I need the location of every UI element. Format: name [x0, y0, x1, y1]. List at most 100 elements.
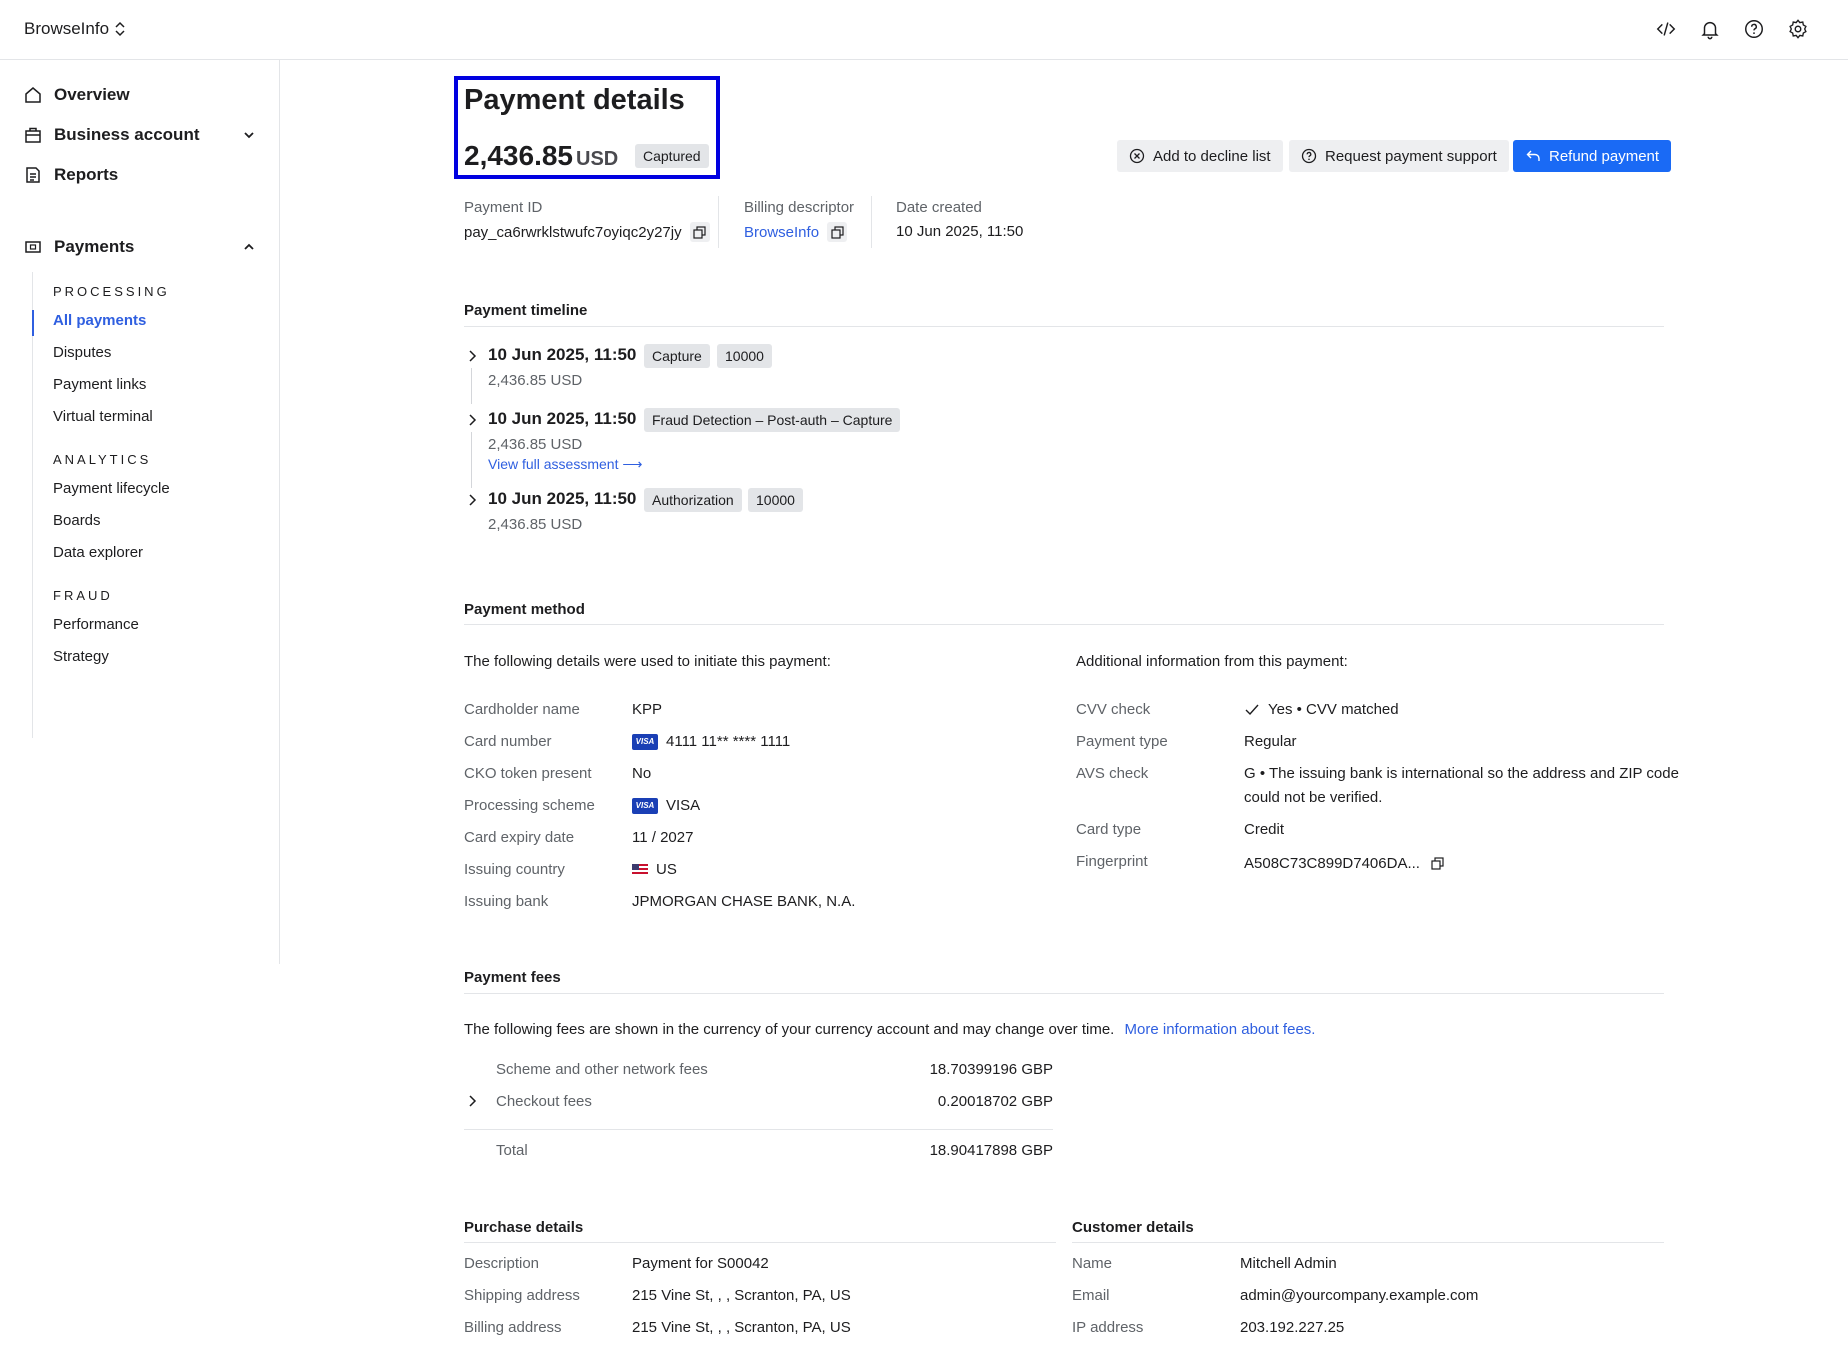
payment-method-title: Payment method	[464, 601, 585, 618]
visa-logo-icon: VISA	[632, 797, 658, 814]
timeline-event-date: 10 Jun 2025, 11:50	[488, 345, 637, 364]
sidebar-item-disputes[interactable]: Disputes	[53, 344, 111, 361]
arrow-right-icon: ⟶	[622, 456, 643, 472]
help-icon[interactable]	[1742, 17, 1766, 41]
payment-timeline-title: Payment timeline	[464, 302, 588, 319]
issuing-country-label: Issuing country	[464, 861, 565, 878]
billing-descriptor-label: Billing descriptor	[744, 199, 855, 216]
cko-token-value: No	[632, 765, 652, 782]
nav-business-account-label: Business account	[54, 125, 200, 144]
customer-name-label: Name	[1072, 1255, 1113, 1272]
billing-descriptor-link[interactable]: BrowseInfo	[744, 224, 819, 241]
customer-email-label: Email	[1072, 1287, 1110, 1304]
sidebar-item-payment-links[interactable]: Payment links	[53, 376, 146, 393]
sidebar: Overview Business account Reports Paymen…	[0, 60, 280, 964]
issuing-bank-value: JPMORGAN CHASE BANK, N.A.	[632, 893, 856, 910]
view-full-assessment-link[interactable]: View full assessment ⟶	[488, 456, 642, 473]
divider	[871, 196, 872, 248]
divider	[464, 624, 1664, 625]
request-payment-support-button[interactable]: Request payment support	[1289, 140, 1509, 172]
bell-icon[interactable]	[1698, 17, 1722, 41]
timeline-event-amount: 2,436.85 USD	[488, 372, 583, 389]
chevron-right-icon[interactable]	[465, 493, 479, 507]
payment-id-row: pay_ca6rwrklstwufc7oyiqc2y27jy	[464, 222, 710, 242]
payment-icon	[25, 241, 41, 253]
fees-intro-text: The following fees are shown in the curr…	[464, 1021, 1115, 1038]
sidebar-item-boards[interactable]: Boards	[53, 512, 101, 529]
ip-address-label: IP address	[1072, 1319, 1144, 1336]
fingerprint-value: A508C73C899D7406DA...	[1244, 854, 1420, 872]
sidebar-item-payment-lifecycle[interactable]: Payment lifecycle	[53, 480, 170, 497]
timeline-event-amount: 2,436.85 USD	[488, 436, 583, 453]
sidebar-item-performance[interactable]: Performance	[53, 616, 139, 633]
home-icon	[25, 87, 41, 103]
card-expiry-value: 11 / 2027	[632, 829, 694, 846]
payment-id-value: pay_ca6rwrklstwufc7oyiqc2y27jy	[464, 223, 682, 241]
nav-reports[interactable]: Reports	[24, 165, 256, 185]
divider	[464, 993, 1664, 994]
nav-business-account[interactable]: Business account	[24, 125, 256, 145]
card-number-row: VISA 4111 11** **** 1111	[632, 733, 790, 750]
fees-info-link[interactable]: More information about fees.	[1125, 1021, 1316, 1038]
event-type-badge: Capture	[644, 344, 710, 368]
copy-icon[interactable]	[1428, 853, 1448, 873]
sidebar-item-all-payments[interactable]: All payments	[53, 312, 146, 329]
cvv-check-label: CVV check	[1076, 701, 1151, 718]
description-label: Description	[464, 1255, 540, 1272]
undo-arrow-icon	[1526, 150, 1540, 161]
customer-email-value: admin@yourcompany.example.com	[1240, 1287, 1479, 1304]
divider	[464, 1242, 1056, 1243]
fee-label: Checkout fees	[496, 1093, 592, 1110]
fee-value: 0.20018702 GBP	[937, 1093, 1053, 1110]
billing-address-label: Billing address	[464, 1319, 562, 1336]
additional-info-intro: Additional information from this payment…	[1076, 653, 1348, 670]
sidebar-item-data-explorer[interactable]: Data explorer	[53, 544, 143, 561]
nav-overview[interactable]: Overview	[24, 85, 256, 105]
avs-check-value: G • The issuing bank is international so…	[1244, 765, 1679, 782]
fee-value: 18.70399196 GBP	[929, 1061, 1053, 1078]
account-switcher[interactable]: BrowseInfo	[24, 19, 127, 39]
chevron-right-icon[interactable]	[465, 1094, 479, 1108]
fees-intro: The following fees are shown in the curr…	[464, 1021, 1315, 1038]
chevron-up-down-icon	[115, 21, 125, 37]
copy-icon[interactable]	[827, 222, 848, 242]
issuing-bank-label: Issuing bank	[464, 893, 549, 910]
top-bar: BrowseInfo	[0, 0, 1848, 60]
processing-scheme-row: VISA VISA	[632, 797, 700, 814]
purchase-details-title: Purchase details	[464, 1219, 584, 1236]
avs-check-value-cont: could not be verified.	[1244, 789, 1383, 806]
add-to-decline-list-button[interactable]: Add to decline list	[1117, 140, 1283, 172]
payment-type-value: Regular	[1244, 733, 1297, 750]
sidebar-item-strategy[interactable]: Strategy	[53, 648, 109, 665]
date-created-value: 10 Jun 2025, 11:50	[896, 223, 1024, 240]
section-processing: PROCESSING	[53, 284, 170, 299]
chevron-right-icon[interactable]	[465, 349, 479, 363]
cardholder-name-label: Cardholder name	[464, 701, 580, 718]
chevron-right-icon[interactable]	[465, 413, 479, 427]
card-type-value: Credit	[1244, 821, 1285, 838]
fee-label: Scheme and other network fees	[496, 1061, 708, 1078]
customer-details-title: Customer details	[1072, 1219, 1194, 1236]
response-code-badge: 10000	[717, 344, 772, 368]
active-indicator	[32, 310, 34, 336]
customer-name-value: Mitchell Admin	[1240, 1255, 1337, 1272]
fingerprint-row: A508C73C899D7406DA...	[1244, 853, 1448, 873]
issuing-country-value: US	[656, 861, 677, 878]
ip-address-value: 203.192.227.25	[1240, 1319, 1345, 1336]
refund-payment-button[interactable]: Refund payment	[1513, 140, 1672, 172]
payment-amount: 2,436.85	[464, 140, 573, 171]
processing-scheme-label: Processing scheme	[464, 797, 595, 814]
card-expiry-label: Card expiry date	[464, 829, 575, 846]
copy-icon[interactable]	[689, 222, 710, 242]
sidebar-item-virtual-terminal[interactable]: Virtual terminal	[53, 408, 153, 425]
divider	[718, 196, 719, 248]
code-icon[interactable]	[1654, 17, 1678, 41]
gear-icon[interactable]	[1786, 17, 1810, 41]
page-title: Payment details	[464, 84, 685, 116]
card-number-value: 4111 11** **** 1111	[666, 733, 791, 750]
nav-payments[interactable]: Payments	[24, 237, 256, 257]
description-value: Payment for S00042	[632, 1255, 769, 1272]
timeline-event-amount: 2,436.85 USD	[488, 516, 583, 533]
section-analytics: ANALYTICS	[53, 452, 152, 467]
payment-currency: USD	[576, 148, 619, 170]
